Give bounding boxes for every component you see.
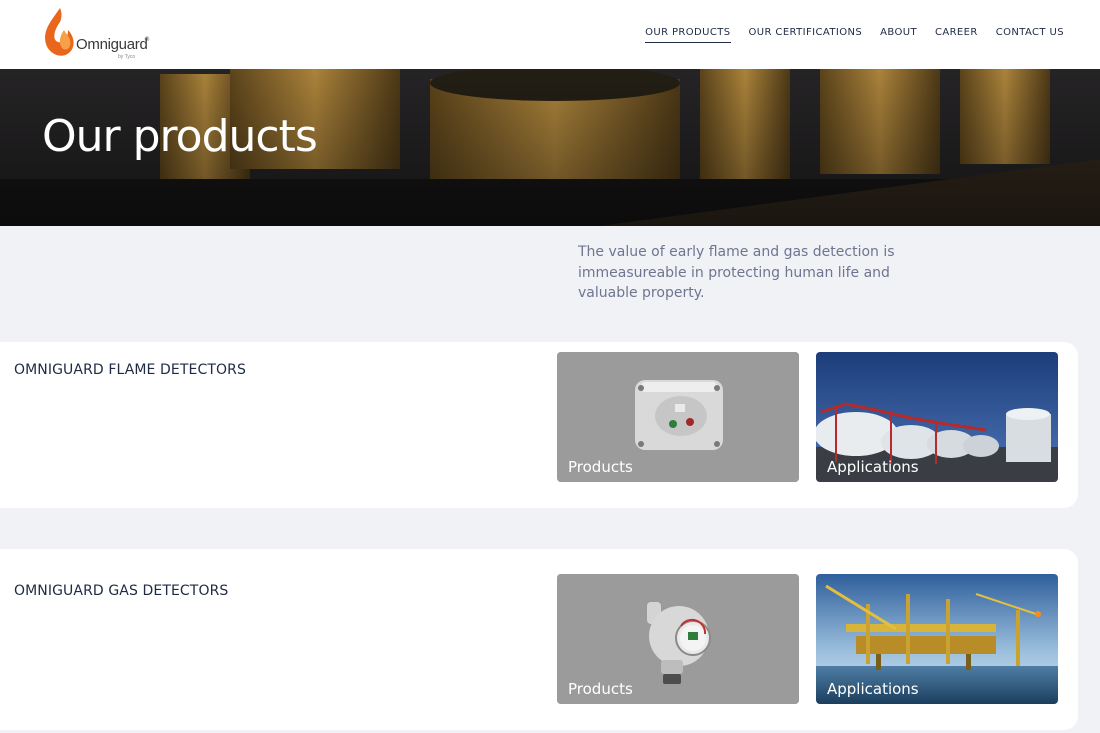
nav-about[interactable]: ABOUT <box>880 27 917 43</box>
hero-banner: Our products <box>0 69 1100 226</box>
tile-label: Applications <box>827 680 919 698</box>
omniguard-logo[interactable]: Omniguard ® by Tyco <box>40 6 160 62</box>
nav-our-products[interactable]: OUR PRODUCTS <box>645 27 731 43</box>
flame-applications-tile[interactable]: Applications <box>816 352 1058 482</box>
flame-logo-icon <box>45 8 74 56</box>
gas-products-tile[interactable]: Products <box>557 574 799 704</box>
registered-mark: ® <box>144 36 150 43</box>
tile-label: Products <box>568 458 633 476</box>
category-title: OMNIGUARD GAS DETECTORS <box>14 583 229 599</box>
logo-wordmark: Omniguard <box>76 36 148 53</box>
nav-our-certifications[interactable]: OUR CERTIFICATIONS <box>749 27 863 43</box>
page-title: Our products <box>42 111 318 162</box>
nav-career[interactable]: CAREER <box>935 27 978 43</box>
tile-label: Products <box>568 680 633 698</box>
intro-text: The value of early flame and gas detecti… <box>578 244 895 301</box>
site-header: Omniguard ® by Tyco OUR PRODUCTS OUR CER… <box>0 0 1100 69</box>
main-navigation: OUR PRODUCTS OUR CERTIFICATIONS ABOUT CA… <box>645 27 1064 43</box>
tile-label: Applications <box>827 458 919 476</box>
flame-products-tile[interactable]: Products <box>557 352 799 482</box>
category-title: OMNIGUARD FLAME DETECTORS <box>14 362 246 378</box>
category-flame-detectors: OMNIGUARD FLAME DETECTORS Products Appli… <box>0 342 1078 508</box>
logo-tagline: by Tyco <box>118 54 136 60</box>
nav-contact-us[interactable]: CONTACT US <box>996 27 1064 43</box>
gas-applications-tile[interactable]: Applications <box>816 574 1058 704</box>
category-gas-detectors: OMNIGUARD GAS DETECTORS Products Applica… <box>0 549 1078 730</box>
